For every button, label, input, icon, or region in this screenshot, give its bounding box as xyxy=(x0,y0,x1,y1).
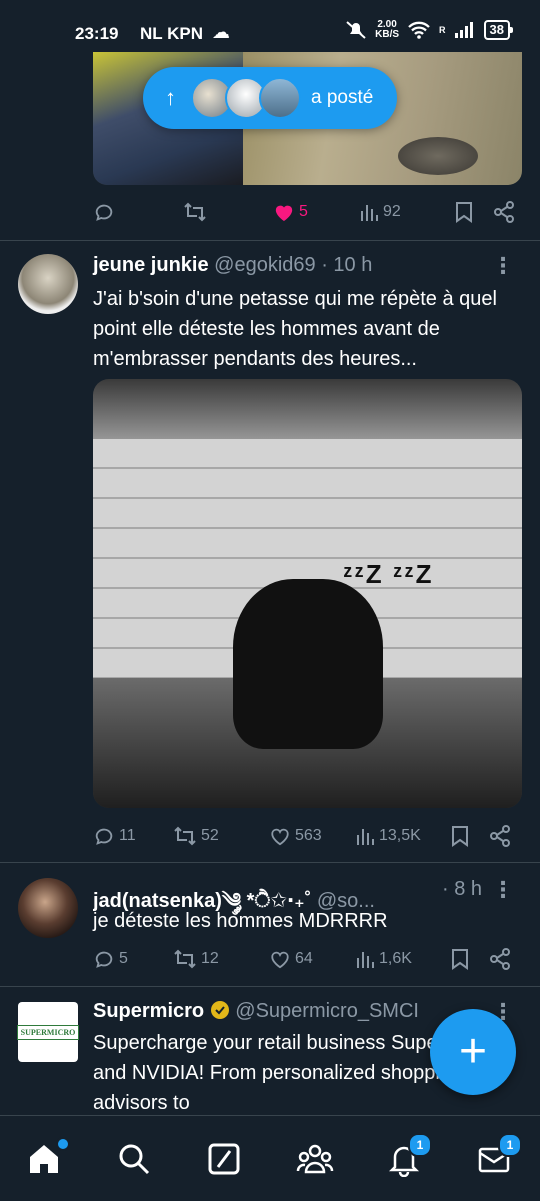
retweet-icon xyxy=(173,825,197,847)
share-button[interactable] xyxy=(493,201,515,223)
views-count: 92 xyxy=(383,203,401,220)
compose-button[interactable]: + xyxy=(430,1009,516,1095)
tweet-text: J'ai b'soin d'une petasse qui me répète … xyxy=(93,288,497,370)
avatar[interactable] xyxy=(18,254,78,314)
like-count: 5 xyxy=(299,203,308,220)
author-handle[interactable]: @egokid69 xyxy=(214,254,315,276)
views-button[interactable]: 1,6K xyxy=(355,949,451,969)
network-speed: 2.00 KB/S xyxy=(375,20,399,40)
views-count: 1,6K xyxy=(379,950,412,967)
retweet-button[interactable]: 12 xyxy=(173,948,269,970)
network-speed-unit: KB/S xyxy=(375,29,400,40)
zzz-graphic: ᶻᶻZ ᶻᶻZ xyxy=(343,559,434,589)
messages-badge: 1 xyxy=(498,1133,522,1157)
previous-tweet-actions: 5 92 xyxy=(93,197,523,227)
bookmark-icon xyxy=(451,948,469,970)
signal-icon xyxy=(454,22,476,38)
views-icon xyxy=(355,949,375,969)
wifi-icon xyxy=(407,21,431,39)
views-icon xyxy=(355,826,375,846)
reply-count: 5 xyxy=(119,950,128,967)
reply-count: 11 xyxy=(119,827,136,844)
retweet-count: 52 xyxy=(201,827,219,844)
plus-icon: + xyxy=(458,1025,488,1078)
retweet-button[interactable]: 52 xyxy=(173,825,269,847)
reply-button[interactable]: 5 xyxy=(93,948,173,970)
retweet-count: 12 xyxy=(201,950,219,967)
bookmark-icon xyxy=(451,825,469,847)
reply-button[interactable] xyxy=(93,201,183,223)
bookmark-button[interactable] xyxy=(451,825,489,847)
share-button[interactable] xyxy=(489,948,511,970)
author-name[interactable]: Supermicro xyxy=(93,1000,204,1022)
like-button[interactable]: 64 xyxy=(269,949,355,969)
like-button[interactable]: 563 xyxy=(269,826,355,846)
like-count: 64 xyxy=(295,950,313,967)
nav-notifications[interactable]: 1 xyxy=(386,1133,432,1181)
tweet-time: · 10 h xyxy=(321,254,373,276)
like-button[interactable]: 5 xyxy=(273,202,359,222)
supermicro-logo[interactable]: SUPERMICRO xyxy=(16,1002,80,1062)
author-name[interactable]: jeune junkie xyxy=(93,254,209,276)
retweet-icon xyxy=(173,948,197,970)
new-posts-pill[interactable]: ↑ a posté xyxy=(143,67,397,129)
nav-home[interactable] xyxy=(26,1137,70,1181)
tweet-card[interactable]: jeune junkie @egokid69 · 10 h ⋮ J'ai b's… xyxy=(0,240,540,862)
mute-icon xyxy=(345,20,367,40)
home-unread-dot xyxy=(56,1137,70,1151)
tweet-card[interactable]: jad(natsenka)༄༘ *ੈ✩‧₊˚ @so... · 8 h ⋮ je… xyxy=(0,862,540,986)
share-icon xyxy=(489,825,511,847)
tweet-actions: 11 52 563 13,5K xyxy=(93,821,523,851)
views-button[interactable]: 13,5K xyxy=(355,826,451,846)
avatar xyxy=(259,77,301,119)
battery-indicator: 38 xyxy=(483,20,514,40)
communities-icon xyxy=(296,1141,336,1177)
grok-icon xyxy=(206,1141,246,1177)
bottom-navigation: 1 1 xyxy=(0,1115,540,1201)
roaming-label: R xyxy=(439,25,446,35)
reply-icon xyxy=(93,201,115,223)
status-carrier: NL KPN xyxy=(140,24,203,43)
share-button[interactable] xyxy=(489,825,511,847)
bookmark-button[interactable] xyxy=(451,948,489,970)
bookmark-icon xyxy=(455,201,473,223)
views-icon xyxy=(359,202,379,222)
views-button[interactable]: 92 xyxy=(359,202,455,222)
like-count: 563 xyxy=(295,827,322,844)
status-bar: 23:19 NL KPN ☁ 2.00 KB/S R 38 xyxy=(0,0,540,60)
tweet-image[interactable]: ᶻᶻZ ᶻᶻZ xyxy=(93,379,522,808)
heart-icon xyxy=(269,949,291,969)
tweet-text: je déteste les hommes MDRRRR xyxy=(93,910,388,932)
nav-messages[interactable]: 1 xyxy=(476,1133,522,1181)
heart-icon xyxy=(269,826,291,846)
tweet-time: · 8 h xyxy=(442,878,483,900)
nav-communities[interactable] xyxy=(296,1141,336,1181)
avatar[interactable] xyxy=(18,878,78,938)
more-options-icon[interactable]: ⋮ xyxy=(492,879,514,901)
logo-text: SUPERMICRO xyxy=(16,1024,80,1040)
tweet-actions: 5 12 64 1,6K xyxy=(93,944,523,974)
share-icon xyxy=(493,201,515,223)
share-icon xyxy=(489,948,511,970)
search-icon xyxy=(116,1141,156,1177)
nav-grok[interactable] xyxy=(206,1141,246,1181)
reply-icon xyxy=(93,825,115,847)
reply-button[interactable]: 11 xyxy=(93,825,173,847)
retweet-icon xyxy=(183,201,207,223)
views-count: 13,5K xyxy=(379,827,421,844)
cloud-icon: ☁ xyxy=(212,22,230,42)
retweet-button[interactable] xyxy=(183,201,273,223)
bookmark-button[interactable] xyxy=(455,201,493,223)
arrow-up-icon: ↑ xyxy=(165,85,176,110)
status-time: 23:19 xyxy=(75,24,119,43)
notifications-badge: 1 xyxy=(408,1133,432,1157)
nav-search[interactable] xyxy=(116,1141,156,1181)
verified-badge-icon xyxy=(210,1000,230,1020)
reply-icon xyxy=(93,948,115,970)
more-options-icon[interactable]: ⋮ xyxy=(492,255,514,277)
author-handle[interactable]: @Supermicro_SMCI xyxy=(235,1000,419,1022)
heart-filled-icon xyxy=(273,202,295,222)
new-posts-label: a posté xyxy=(311,87,374,108)
